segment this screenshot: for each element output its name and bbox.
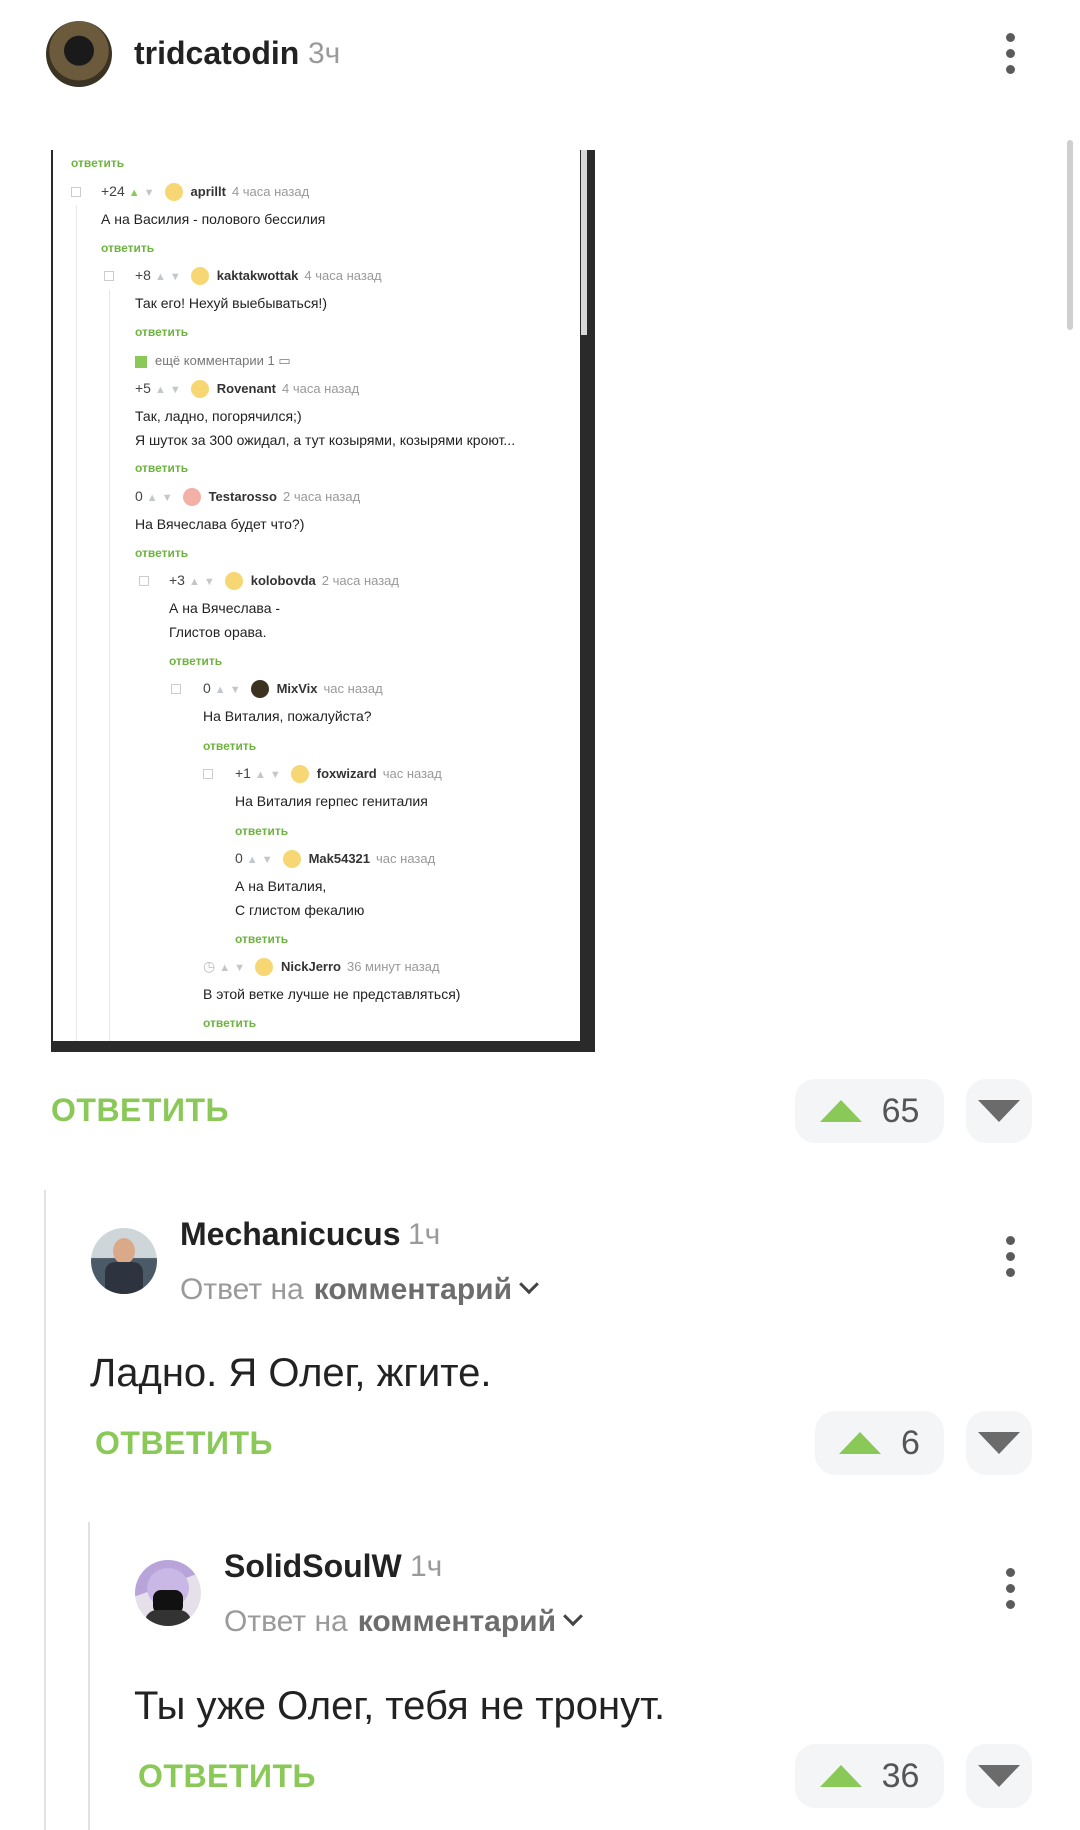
collapse-toggle — [203, 769, 213, 779]
embedded-comment-text: Так, ладно, погорячился;) — [135, 408, 302, 424]
embedded-comment-text: С глистом фекалию — [235, 902, 365, 918]
triangle-down-icon — [978, 1432, 1020, 1454]
thread-line — [44, 1190, 46, 1830]
post-author-name[interactable]: tridcatodin — [134, 35, 299, 72]
comment-vote-count: 6 — [901, 1423, 920, 1462]
embedded-comment-header: +8 ▲ ▼ kaktakwottak 4 часа назад — [135, 267, 382, 286]
embedded-reply-link: ответить — [235, 932, 289, 946]
thread-line — [76, 205, 77, 1041]
collapse-toggle — [139, 576, 149, 586]
embedded-reply-link: ответить — [101, 241, 155, 255]
post-time: 3ч — [308, 37, 341, 70]
embedded-comment-header: +3 ▲ ▼ kolobovda 2 часа назад — [169, 572, 399, 591]
triangle-up-icon — [819, 1100, 862, 1122]
embedded-reply-link: ответить — [135, 461, 189, 475]
comment-author-avatar[interactable] — [91, 1228, 157, 1294]
embedded-reply-link: ответить — [203, 1016, 257, 1030]
embedded-comment-header: ◷ ▲ ▼ NickJerro 36 минут назад — [203, 958, 440, 977]
embedded-comment-header: 0 ▲ ▼ Mak54321 час назад — [235, 850, 435, 869]
comment-more-button[interactable] — [990, 1226, 1030, 1286]
comment-author-avatar[interactable] — [135, 1560, 201, 1626]
embedded-comment-text: Я шуток за 300 ожидал, а тут козырями, к… — [135, 432, 516, 448]
comment-author-name[interactable]: SolidSoulW — [224, 1548, 402, 1585]
reply-to-link[interactable]: Ответ на комментарий — [180, 1273, 539, 1307]
embedded-comment-header: +24 ▲ ▼ aprillt 4 часа назад — [101, 183, 309, 202]
triangle-up-icon — [839, 1432, 882, 1454]
embedded-reply-link: ответить — [71, 156, 125, 170]
comment-time: 1ч — [410, 1550, 443, 1583]
collapse-toggle — [104, 271, 114, 281]
comment-time: 1ч — [408, 1218, 441, 1251]
embedded-comment-text: Глистов орава. — [169, 624, 267, 640]
embedded-comment-text: На Виталия герпес гениталия — [235, 793, 428, 809]
collapse-toggle — [171, 684, 181, 694]
post-author-avatar[interactable] — [46, 21, 112, 87]
kebab-icon — [1005, 1235, 1015, 1245]
comment-upvote-button[interactable]: 6 — [815, 1411, 944, 1475]
post-image[interactable]: ответить +24 ▲ ▼ aprillt 4 часа назад А на В… — [51, 150, 595, 1052]
chevron-down-icon — [563, 1606, 583, 1627]
embedded-comment-header: +1 ▲ ▼ foxwizard час назад — [235, 765, 442, 784]
thread-line — [109, 290, 110, 1041]
embedded-comment-header: +5 ▲ ▼ Rovenant 4 часа назад — [135, 380, 359, 399]
embedded-more-comments: ещё комментарии 1 ▭ — [135, 353, 291, 369]
embedded-reply-link: ответить — [135, 325, 189, 339]
comment-vote-count: 36 — [881, 1756, 920, 1795]
chevron-down-icon — [519, 1274, 539, 1295]
comment-reply-button[interactable]: ОТВЕТИТЬ — [95, 1425, 273, 1462]
embedded-comment-text: На Виталия, пожалуйста? — [203, 708, 372, 724]
page-scrollbar[interactable] — [1067, 140, 1073, 330]
embedded-comment-text: А на Виталия, — [235, 878, 327, 894]
post-more-button[interactable] — [990, 23, 1030, 83]
embedded-comment-text: А на Вячеслава - — [169, 600, 281, 616]
comment-downvote-button[interactable] — [966, 1744, 1032, 1808]
reply-to-link[interactable]: Ответ на комментарий — [224, 1605, 583, 1639]
post-downvote-button[interactable] — [966, 1079, 1032, 1143]
kebab-icon — [1005, 1567, 1015, 1577]
embedded-reply-link: ответить — [203, 739, 257, 753]
embedded-comment-text: Так его! Нехуй выебываться!) — [135, 295, 327, 311]
embedded-scrollbar — [581, 150, 587, 335]
comment-reply-button[interactable]: ОТВЕТИТЬ — [138, 1758, 316, 1795]
comment-text: Ладно. Я Олег, жгите. — [90, 1351, 492, 1395]
embedded-reply-link: ответить — [135, 546, 189, 560]
comment-downvote-button[interactable] — [966, 1411, 1032, 1475]
embedded-reply-link: ответить — [235, 824, 289, 838]
post-reply-button[interactable]: ОТВЕТИТЬ — [51, 1092, 229, 1129]
triangle-up-icon — [819, 1765, 862, 1787]
triangle-down-icon — [978, 1100, 1020, 1122]
thread-line — [88, 1522, 90, 1830]
kebab-icon — [1005, 32, 1015, 42]
post-vote-count: 65 — [881, 1091, 920, 1130]
post-upvote-button[interactable]: 65 — [795, 1079, 944, 1143]
embedded-comment-text: В этой ветке лучше не представляться) — [203, 986, 461, 1002]
comment-upvote-button[interactable]: 36 — [795, 1744, 944, 1808]
triangle-down-icon — [978, 1765, 1020, 1787]
embedded-reply-link: ответить — [169, 654, 223, 668]
embedded-comment-header: 0 ▲ ▼ MixVix час назад — [203, 680, 383, 699]
collapse-toggle — [71, 187, 81, 197]
embedded-comment-text: На Вячеслава будет что?) — [135, 516, 305, 532]
embedded-comment-header: 0 ▲ ▼ Testarosso 2 часа назад — [135, 488, 360, 507]
comment-more-button[interactable] — [990, 1558, 1030, 1618]
comment-text: Ты уже Олег, тебя не тронут. — [134, 1684, 666, 1728]
comment-author-name[interactable]: Mechanicucus — [180, 1216, 401, 1253]
embedded-comments-screenshot: ответить +24 ▲ ▼ aprillt 4 часа назад А на В… — [53, 150, 580, 1041]
embedded-comment-text: А на Василия - полового бессилия — [101, 211, 326, 227]
